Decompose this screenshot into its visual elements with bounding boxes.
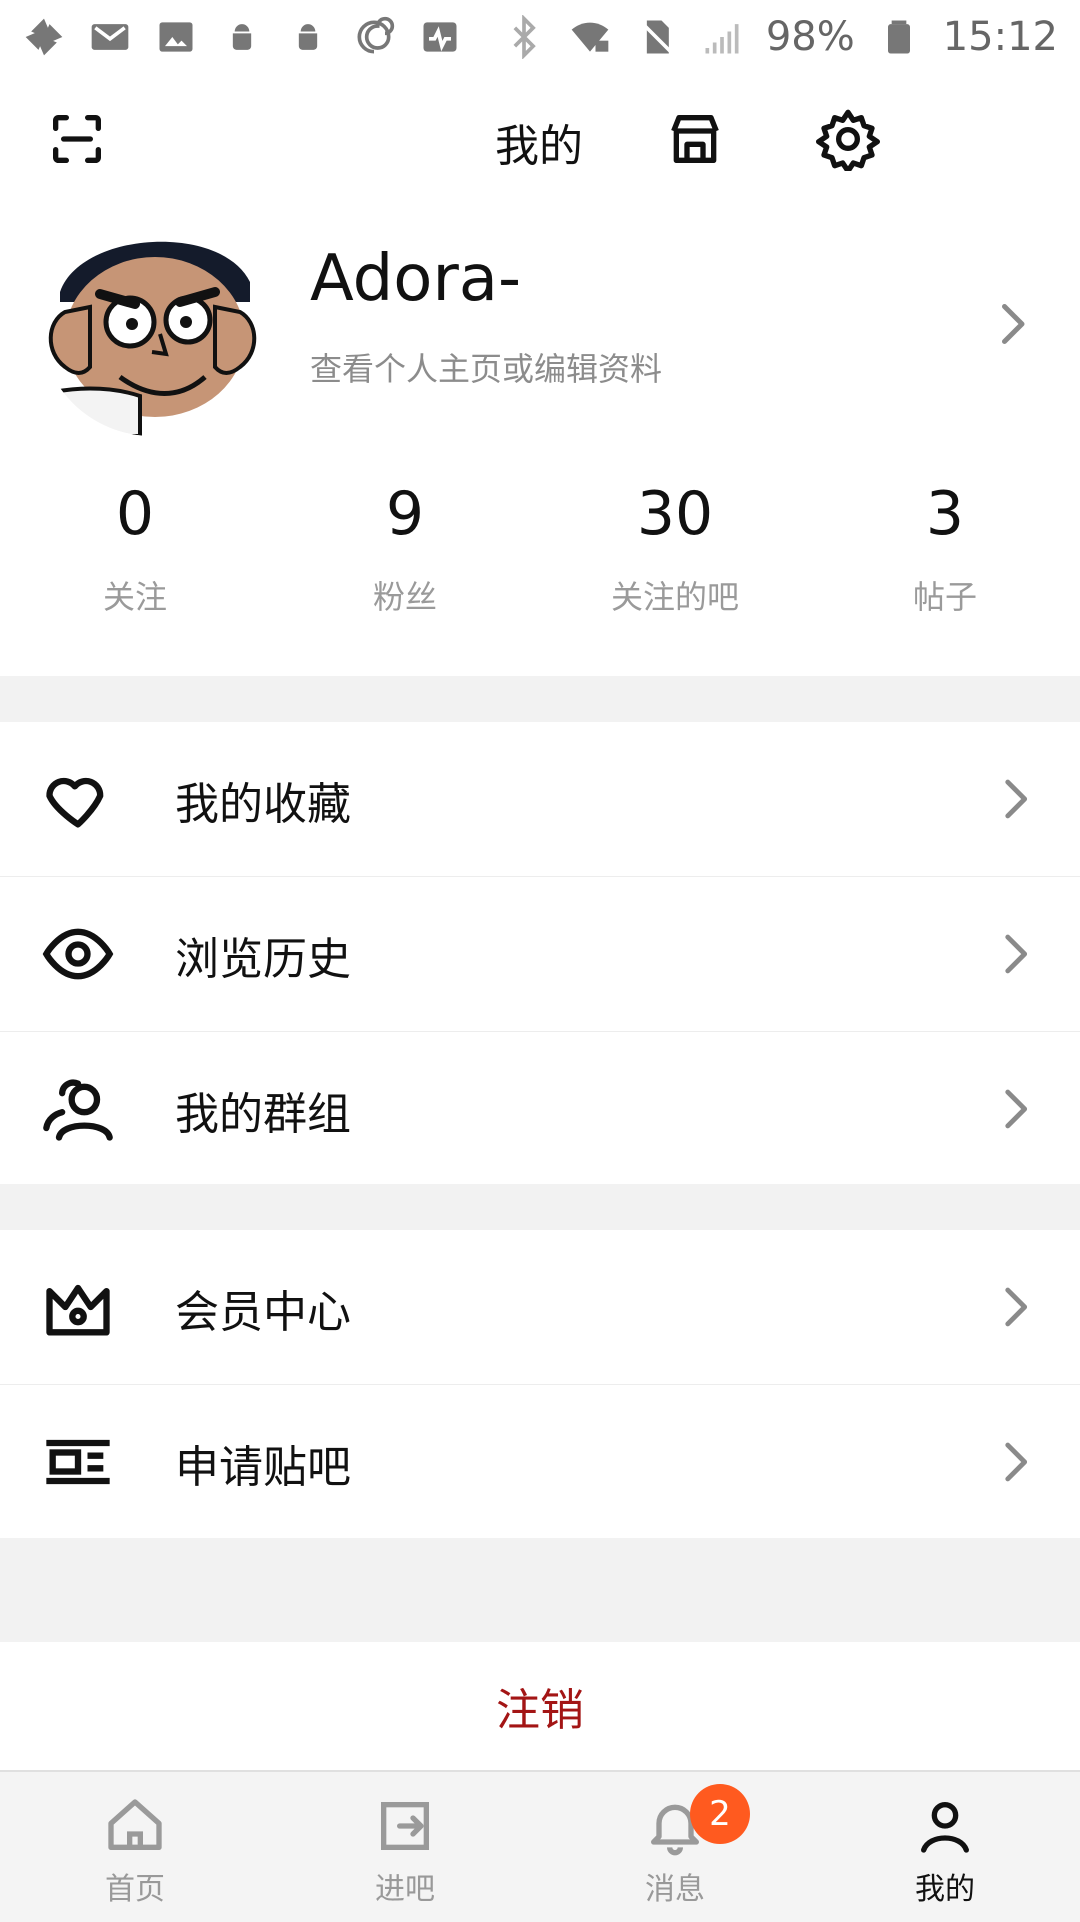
enter-icon — [373, 1794, 437, 1858]
username[interactable]: Adora- — [310, 242, 521, 316]
status-time: 15:12 — [942, 14, 1058, 60]
profile-stats: 0 关注 9 粉丝 30 关注的吧 3 帖子 — [0, 474, 1080, 624]
stat-followers[interactable]: 9 粉丝 — [270, 474, 540, 624]
menu-group-1: 我的收藏 浏览历史 我的群组 — [0, 722, 1080, 1184]
status-bar: 98% 15:12 — [0, 0, 1080, 74]
logout-button[interactable]: 注销 — [0, 1642, 1080, 1770]
menu-item-history[interactable]: 浏览历史 — [0, 877, 1080, 1032]
crown-icon — [40, 1269, 116, 1345]
menu-item-favorites[interactable]: 我的收藏 — [0, 722, 1080, 877]
scan-button[interactable] — [32, 94, 122, 184]
profile-header[interactable]: Adora- 查看个人主页或编辑资料 0 关注 9 粉丝 30 关注的吧 3 帖… — [0, 204, 1080, 676]
bottom-navigation: 首页 进吧 消息 我的 2 — [0, 1770, 1080, 1922]
activity-icon — [418, 15, 462, 59]
chevron-right-icon — [986, 770, 1044, 828]
settings-button[interactable] — [803, 94, 893, 184]
gear-icon — [816, 109, 880, 171]
stat-posts[interactable]: 3 帖子 — [810, 474, 1080, 624]
apply-bar-icon — [40, 1424, 116, 1500]
chevron-right-icon — [986, 1278, 1044, 1336]
chevron-right-icon — [986, 1433, 1044, 1491]
menu-item-apply-bar[interactable]: 申请贴吧 — [0, 1385, 1080, 1539]
stat-following[interactable]: 0 关注 — [0, 474, 270, 624]
stat-value: 9 — [385, 479, 425, 549]
menu-label: 我的群组 — [175, 1089, 351, 1140]
menu-item-groups[interactable]: 我的群组 — [0, 1032, 1080, 1186]
battery-icon — [877, 15, 921, 59]
menu-item-membership[interactable]: 会员中心 — [0, 1230, 1080, 1385]
no-sim-icon — [634, 15, 678, 59]
menu-label: 我的收藏 — [175, 779, 351, 830]
image-icon — [154, 15, 198, 59]
chevron-right-icon — [986, 925, 1044, 983]
profile-subtitle[interactable]: 查看个人主页或编辑资料 — [310, 344, 662, 390]
nav-label: 消息 — [645, 1872, 705, 1907]
eye-icon — [40, 916, 116, 992]
menu-label: 申请贴吧 — [175, 1442, 351, 1493]
heart-icon — [40, 761, 116, 837]
nav-enter[interactable]: 进吧 — [270, 1772, 540, 1922]
stat-value: 3 — [925, 479, 965, 549]
nav-label: 首页 — [105, 1872, 165, 1907]
battery-percent: 98% — [765, 14, 855, 60]
stat-value: 0 — [115, 479, 155, 549]
wifi-lock-icon — [568, 15, 612, 59]
chevron-right-icon — [986, 1080, 1044, 1138]
nav-home[interactable]: 首页 — [0, 1772, 270, 1922]
stat-value: 30 — [636, 479, 714, 549]
avatar[interactable] — [40, 212, 264, 436]
avatar-illustration — [40, 212, 264, 436]
spiral-icon — [352, 15, 396, 59]
home-icon — [103, 1794, 167, 1858]
android-icon — [286, 15, 330, 59]
status-left — [22, 15, 462, 59]
status-right: 98% 15:12 — [502, 14, 1058, 60]
mail-icon — [88, 15, 132, 59]
stat-followed-bars[interactable]: 30 关注的吧 — [540, 474, 810, 624]
store-icon — [671, 115, 719, 163]
stat-label: 关注的吧 — [610, 578, 739, 616]
signal-icon — [700, 15, 744, 59]
stat-label: 粉丝 — [372, 578, 437, 616]
menu-label: 浏览历史 — [175, 934, 351, 985]
group-icon — [40, 1071, 116, 1147]
pinwheel-icon — [22, 15, 66, 59]
app-bar: 我的 — [0, 74, 1080, 204]
menu-label: 会员中心 — [175, 1287, 351, 1338]
stat-label: 帖子 — [912, 578, 977, 616]
nav-me[interactable]: 我的 — [810, 1772, 1080, 1922]
nav-label: 我的 — [915, 1872, 975, 1907]
bluetooth-icon — [502, 15, 546, 59]
notification-badge: 2 — [690, 1784, 750, 1844]
stat-label: 关注 — [102, 578, 167, 616]
store-button[interactable] — [650, 94, 740, 184]
nav-messages[interactable]: 消息 — [540, 1772, 810, 1922]
nav-label: 进吧 — [375, 1872, 435, 1907]
menu-group-2: 会员中心 申请贴吧 — [0, 1230, 1080, 1538]
android-icon — [220, 15, 264, 59]
scan-icon — [53, 115, 101, 163]
page-title: 我的 — [495, 121, 583, 172]
person-icon — [913, 1794, 977, 1858]
chevron-right-icon[interactable] — [982, 294, 1042, 354]
